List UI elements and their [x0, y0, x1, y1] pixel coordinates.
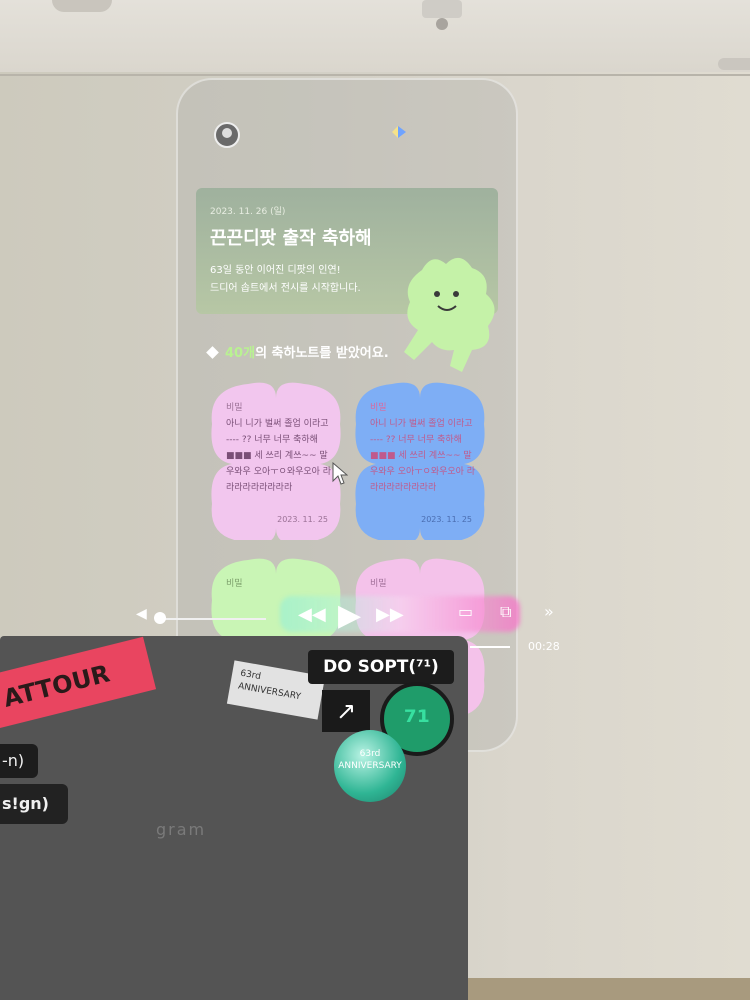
rewind-icon[interactable]: ◀◀	[298, 604, 326, 625]
mouse-cursor-icon	[332, 462, 348, 485]
note-body: 아니 니가 벌써 졸업 이라고 ---- ?? 너무 너무 축하해 ■■■ 세 …	[226, 419, 332, 493]
playback-time: 00:28	[528, 640, 560, 653]
arrow-sticker: ↗	[322, 690, 370, 732]
note-date: 2023. 11. 25	[277, 515, 328, 524]
laptop-logo: gram	[156, 820, 207, 839]
progress-bar[interactable]	[470, 646, 510, 648]
profile-icon[interactable]	[214, 122, 240, 148]
holo-line: 63rd	[359, 749, 381, 759]
app-logo-icon	[392, 126, 406, 138]
ceiling-light	[52, 0, 112, 12]
diamond-icon	[206, 346, 219, 359]
holographic-sticker: 63rd ANNIVERSARY	[334, 730, 406, 802]
ceiling-projector	[422, 0, 462, 18]
holo-line: ANNIVERSARY	[338, 761, 402, 771]
note-author: 비밀	[226, 579, 243, 589]
note-author: 비밀	[370, 403, 387, 413]
play-icon[interactable]: ▶	[338, 598, 361, 633]
note-author: 비밀	[226, 403, 243, 413]
volume-icon[interactable]: ◀	[136, 606, 147, 622]
frog-mascot-icon	[404, 257, 495, 372]
n-sticker: -n)	[0, 744, 38, 778]
do-sopt-sticker: DO SOPT(⁷¹)	[308, 650, 454, 684]
banner-desc-line: 드디어 솝트에서 전시를 시작합니다.	[210, 283, 361, 294]
ceiling-light	[718, 58, 750, 70]
fast-forward-icon[interactable]: ▶▶	[376, 604, 404, 625]
banner-date: 2023. 11. 26 (일)	[210, 207, 286, 217]
ceiling-sensor	[436, 18, 448, 30]
sign-sticker: s!gn)	[0, 784, 68, 824]
note-card[interactable]: 비밀 아니 니가 벌써 졸업 이라고 ---- ?? 너무 너무 축하해 ■■■…	[352, 380, 488, 540]
celebration-banner: 2023. 11. 26 (일) 끈끈디팟 출작 축하해 63일 동안 이어진 …	[196, 188, 498, 372]
ceiling	[0, 0, 750, 80]
note-date: 2023. 11. 25	[421, 515, 472, 524]
chevron-right-icon[interactable]: »	[544, 602, 554, 621]
note-body: 아니 니가 벌써 졸업 이라고 ---- ?? 너무 너무 축하해 ■■■ 세 …	[370, 419, 476, 493]
screen-top-edge	[0, 74, 750, 76]
banner-desc-line: 63일 동안 이어진 디팟의 인연!	[210, 265, 341, 276]
volume-slider[interactable]	[156, 618, 266, 620]
notes-count-heading: 40개의 축하노트를 받았어요.	[206, 342, 389, 361]
picture-in-picture-icon[interactable]: ⧉	[500, 602, 511, 622]
banner-title: 끈끈디팟 출작 축하해	[210, 228, 372, 249]
cast-icon[interactable]: ▭	[458, 602, 473, 621]
note-card[interactable]: 비밀 아니 니가 벌써 졸업 이라고 ---- ?? 너무 너무 축하해 ■■■…	[208, 380, 344, 540]
volume-knob[interactable]	[154, 612, 166, 624]
notes-heading-text: 의 축하노트를 받았어요.	[255, 346, 389, 361]
note-author: 비밀	[370, 579, 387, 589]
notes-count: 40개	[225, 346, 256, 361]
banner-description: 63일 동안 이어진 디팟의 인연! 드디어 솝트에서 전시를 시작합니다.	[210, 262, 400, 298]
